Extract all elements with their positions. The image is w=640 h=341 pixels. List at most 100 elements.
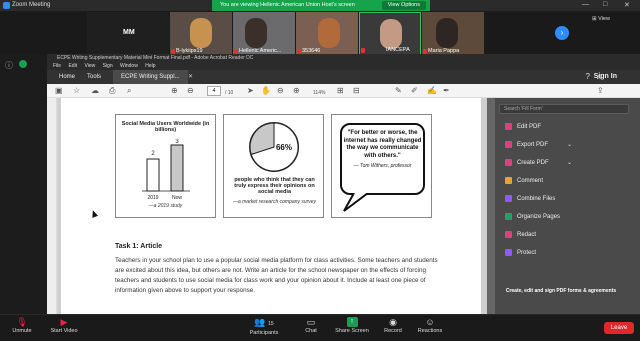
acrobat-toolbar: ▣ ☆ ☁ ⎙ ⌕ ⊕ ⊖ 4 / 10 ➤ ✋ ⊖ ⊕ 114% ⊞ ⊟ ✎ … [47, 84, 640, 98]
chevron-down-icon[interactable]: ⌄ [567, 159, 572, 166]
zoom-out-icon[interactable]: ⊖ [277, 86, 284, 96]
viewing-banner-text: You are viewing Hellenic American Union … [220, 2, 355, 8]
task-title: Task 1: Article [115, 243, 163, 250]
redact-icon [505, 231, 512, 238]
panel-bar-chart: Social Media Users Worldwide (in billion… [115, 114, 216, 218]
tab-document[interactable]: ECPE Writing Suppl... [113, 70, 188, 84]
print-icon[interactable]: ⎙ [109, 86, 115, 96]
security-shield-icon[interactable] [19, 60, 27, 68]
bar-value-now: 3 [175, 139, 179, 145]
participant-tile[interactable]: B-lykiips19 [170, 12, 232, 56]
participant-name: MM [123, 29, 135, 36]
tool-edit-pdf[interactable]: Edit PDF [505, 123, 541, 130]
tab-close-icon[interactable]: ✕ [188, 73, 193, 80]
share-icon[interactable]: ⇪ [597, 86, 604, 96]
hand-tool-icon[interactable]: ✋ [261, 86, 271, 96]
promo-text: Create, edit and sign PDF forms & agreem… [505, 288, 617, 294]
zoom-titlebar: Zoom Meeting You are viewing Hellenic Am… [0, 0, 640, 11]
sign-icon[interactable]: ✒ [443, 86, 450, 96]
menu-sign[interactable]: Sign [103, 63, 113, 69]
panel-quote: "For better or worse, the internet has r… [331, 114, 432, 218]
pdf-page: Social Media Users Worldwide (in billion… [61, 98, 481, 314]
pie-source: —a market research company survey [232, 199, 317, 205]
quote-text: "For better or worse, the internet has r… [343, 130, 422, 159]
select-cursor-icon[interactable]: ➤ [247, 86, 254, 96]
acrobat-window: ⓘ ECPE Writing Supplementary Material Mi… [0, 54, 640, 314]
info-icon[interactable]: ⓘ [5, 60, 13, 71]
muted-mic-icon [361, 48, 365, 53]
highlight-icon[interactable]: ✐ [411, 86, 418, 96]
share-screen-button[interactable]: ↑ Share Screen [334, 317, 370, 334]
tools-search-input[interactable]: Search 'Fill Form' [499, 104, 629, 114]
zoom-level[interactable]: 114% [313, 88, 325, 98]
participant-tile[interactable]: 353646 [296, 12, 358, 56]
start-video-button[interactable]: ▶ Start Video [46, 317, 82, 334]
view-options-button[interactable]: View Options [381, 1, 426, 10]
menu-edit[interactable]: Edit [68, 63, 77, 69]
tool-organize-pages[interactable]: Organize Pages [505, 213, 560, 220]
panel-pie-chart: 66% people who think that they can truly… [223, 114, 324, 218]
next-participants-button[interactable]: › [555, 26, 569, 40]
edit-pdf-icon [505, 123, 512, 130]
participants-count: 15 [268, 321, 274, 327]
menu-window[interactable]: Window [120, 63, 138, 69]
sign-in-button[interactable]: Sign In [594, 70, 617, 84]
page-number-input[interactable]: 4 [207, 86, 221, 96]
tool-comment[interactable]: Comment [505, 177, 543, 184]
menu-help[interactable]: Help [145, 63, 155, 69]
left-nav-pane[interactable] [47, 98, 57, 314]
bookmark-icon[interactable]: ☆ [73, 86, 80, 96]
task-body: Teachers in your school plan to use a po… [115, 257, 438, 294]
reactions-button[interactable]: ☺ Reactions [414, 317, 446, 334]
acrobat-tabs: Home Tools ECPE Writing Suppl... ✕ ? ♫ S… [47, 70, 640, 84]
comment-icon[interactable]: ✎ [395, 86, 402, 96]
combine-files-icon [505, 195, 512, 202]
zoom-logo-icon [3, 2, 10, 9]
page-up-icon[interactable]: ⊕ [171, 86, 178, 96]
maximize-icon[interactable]: □ [603, 1, 607, 8]
tool-redact[interactable]: Redact [505, 231, 536, 238]
record-button[interactable]: ◉ Record [380, 317, 406, 334]
tab-tools[interactable]: Tools [79, 70, 109, 84]
scroll-mode-icon[interactable]: ⊟ [353, 86, 360, 96]
record-icon: ◉ [389, 317, 397, 327]
participant-tile[interactable]: Maria Pappa [422, 12, 484, 56]
bar-chart-svg: 2 3 2019 Now [142, 139, 190, 201]
bar-label-now: Now [172, 195, 182, 201]
leave-button[interactable]: Leave [604, 322, 634, 334]
zoom-in-icon[interactable]: ⊕ [293, 86, 300, 96]
tool-create-pdf[interactable]: Create PDF ⌄ [505, 159, 572, 166]
page-down-icon[interactable]: ⊖ [187, 86, 194, 96]
bar-label-2019: 2019 [147, 195, 158, 201]
close-icon[interactable]: ✕ [624, 1, 630, 9]
speech-bubble: "For better or worse, the internet has r… [340, 123, 425, 195]
menu-view[interactable]: View [84, 63, 95, 69]
participant-tile[interactable]: Hellenic Americ... [233, 12, 295, 56]
participant-tile[interactable]: MM [87, 12, 169, 56]
chevron-down-icon[interactable]: ⌄ [567, 141, 572, 148]
tools-pane-collapse-bar[interactable] [487, 98, 495, 314]
participants-button[interactable]: 👥 15 Participants [242, 317, 286, 336]
reactions-icon: ☺ [425, 317, 435, 327]
chat-button[interactable]: ▭ Chat [298, 317, 324, 334]
help-icon[interactable]: ? [586, 72, 590, 81]
menu-file[interactable]: File [53, 63, 61, 69]
bar-2019 [146, 158, 160, 192]
screen: Zoom Meeting You are viewing Hellenic Am… [0, 0, 640, 341]
fit-page-icon[interactable]: ⊞ [337, 86, 344, 96]
minimize-icon[interactable]: — [582, 1, 589, 8]
search-icon[interactable]: ⌕ [127, 86, 131, 96]
pie-value-label: 66% [276, 143, 292, 152]
draw-icon[interactable]: ✍ [427, 86, 437, 96]
save-icon[interactable]: ▣ [55, 86, 63, 96]
participant-name: IANCEPA [386, 47, 410, 53]
tool-combine-files[interactable]: Combine Files [505, 195, 555, 202]
view-button[interactable]: ⊞ View [592, 16, 610, 22]
participant-tile[interactable]: IANCEPA [359, 12, 421, 56]
upload-cloud-icon[interactable]: ☁ [91, 86, 99, 96]
unmute-button[interactable]: 🎙 Unmute [8, 317, 36, 334]
bar-chart-title: Social Media Users Worldwide (in billion… [121, 121, 210, 133]
tool-export-pdf[interactable]: Export PDF ⌄ [505, 141, 572, 148]
tool-protect[interactable]: Protect [505, 249, 536, 256]
viewing-banner: You are viewing Hellenic American Union … [212, 0, 430, 11]
